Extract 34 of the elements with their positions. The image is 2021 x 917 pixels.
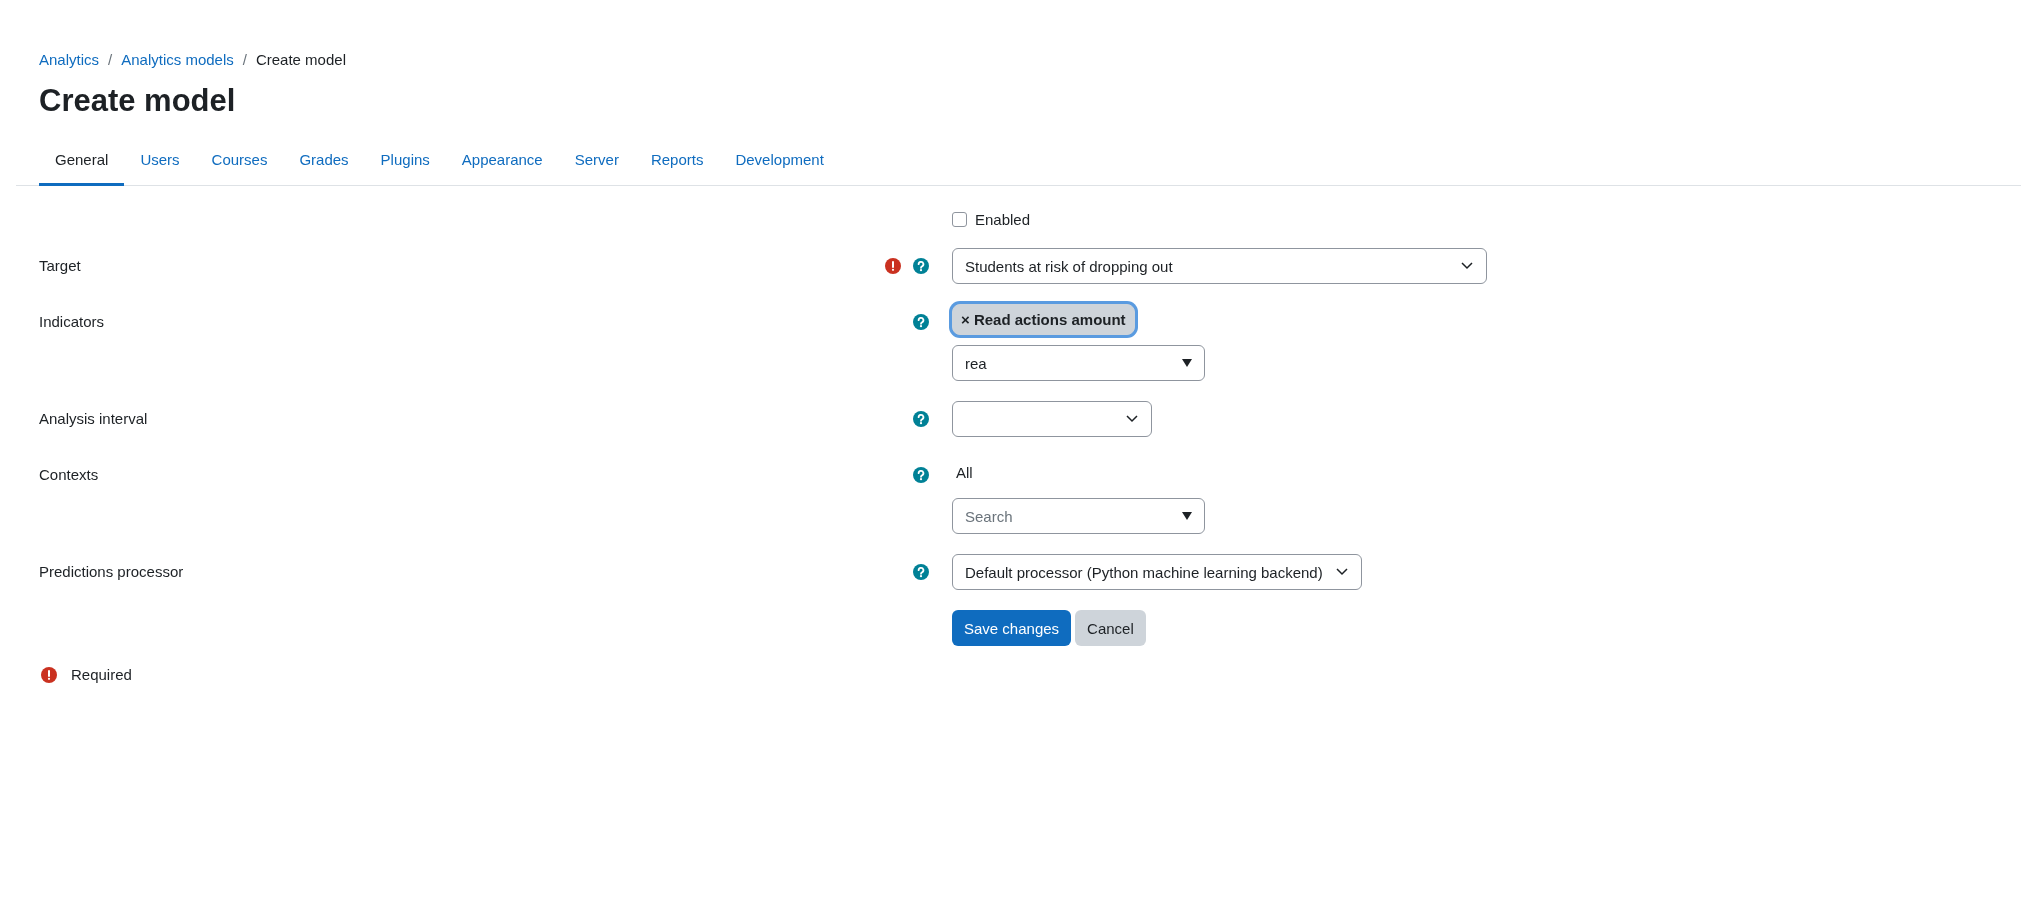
required-icon xyxy=(41,666,57,683)
tab[interactable]: Courses xyxy=(195,137,284,187)
field-label: Analysis interval xyxy=(39,409,149,428)
tab[interactable]: Reports xyxy=(634,137,720,187)
autocomplete-field[interactable]: rea xyxy=(952,345,1205,382)
selection-text: All xyxy=(955,463,974,484)
tab[interactable]: Grades xyxy=(283,137,365,187)
breadcrumb-separator: / xyxy=(108,51,113,68)
select-field[interactable]: Students at risk of dropping out xyxy=(952,248,1487,285)
save-button[interactable]: Save changes xyxy=(952,610,1072,647)
field-label: Contexts xyxy=(39,465,100,484)
autocomplete-field[interactable]: Search xyxy=(952,498,1205,535)
checkbox[interactable] xyxy=(952,212,967,228)
enabled-checkbox[interactable]: Enabled xyxy=(952,211,1031,229)
selection-chip[interactable]: × Read actions amount xyxy=(952,304,1135,336)
tab[interactable]: Development xyxy=(719,137,840,187)
breadcrumb-current: Create model xyxy=(255,51,346,68)
tab[interactable]: Server xyxy=(558,137,635,187)
select-field[interactable]: Default processor (Python machine learning backend) xyxy=(952,554,1362,591)
tab[interactable]: Appearance xyxy=(445,137,559,187)
cancel-button[interactable]: Cancel xyxy=(1075,610,1146,647)
tab[interactable]: General xyxy=(39,137,125,187)
field-label: Indicators xyxy=(39,312,106,331)
page-title: Create model xyxy=(39,82,237,120)
required-note: Required xyxy=(71,666,132,684)
tab[interactable]: Users xyxy=(124,137,196,187)
breadcrumb-separator: / xyxy=(242,51,247,68)
checkbox-label: Enabled xyxy=(975,211,1031,229)
tab[interactable]: Plugins xyxy=(364,137,446,187)
field-label: Predictions processor xyxy=(39,562,185,581)
breadcrumb-link[interactable]: Analytics xyxy=(39,51,100,68)
field-label: Target xyxy=(39,256,82,275)
breadcrumb-link[interactable]: Analytics models xyxy=(121,51,234,68)
select-field[interactable] xyxy=(952,401,1152,438)
